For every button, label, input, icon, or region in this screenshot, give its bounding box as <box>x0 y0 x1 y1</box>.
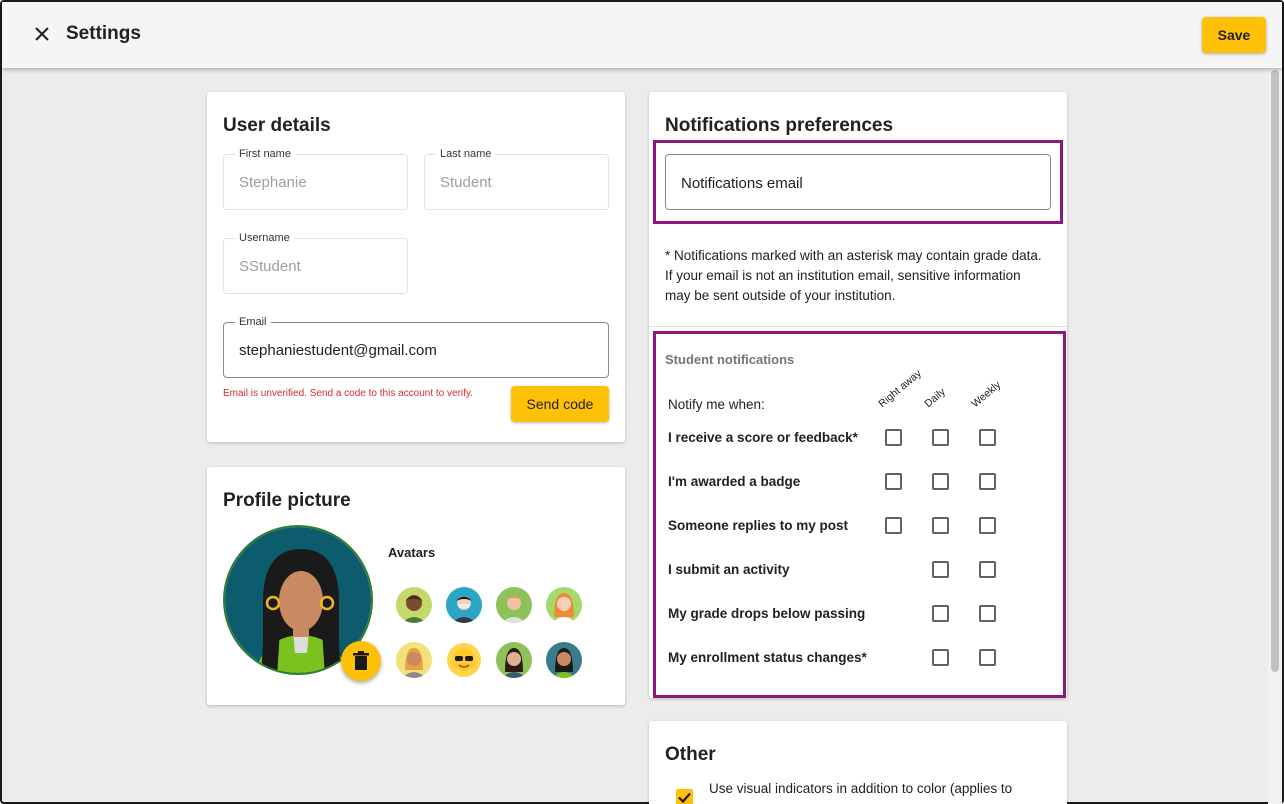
checkbox-badge-weekly[interactable] <box>979 473 996 490</box>
avatar-option-3[interactable] <box>496 587 532 623</box>
checkbox-submit-daily[interactable] <box>932 561 949 578</box>
checkbox-score-right-away[interactable] <box>885 429 902 446</box>
avatar-face-icon <box>546 642 582 678</box>
row-label-badge: I'm awarded a badge <box>668 474 801 489</box>
username-field[interactable]: Username SStudent <box>223 231 408 294</box>
first-name-field[interactable]: First name Stephanie <box>223 147 408 210</box>
avatar-option-1[interactable] <box>396 587 432 623</box>
page-title: Settings <box>66 23 141 44</box>
checkbox-submit-weekly[interactable] <box>979 561 996 578</box>
avatar-option-7[interactable] <box>496 642 532 678</box>
avatar-face-icon <box>546 587 582 623</box>
scrollbar-thumb[interactable] <box>1271 70 1279 672</box>
avatar-option-6[interactable] <box>446 642 482 678</box>
email-label: Email <box>235 315 271 329</box>
avatar-option-2[interactable] <box>446 587 482 623</box>
notifications-email-input[interactable]: Notifications email <box>665 154 1051 210</box>
notifications-email-placeholder: Notifications email <box>681 175 803 192</box>
avatar-option-4[interactable] <box>546 587 582 623</box>
send-code-button[interactable]: Send code <box>511 386 609 422</box>
avatars-label: Avatars <box>388 545 436 560</box>
notifications-title: Notifications preferences <box>665 115 894 136</box>
avatar-face-icon <box>446 587 482 623</box>
avatar-face-icon <box>396 642 432 678</box>
checkbox-badge-daily[interactable] <box>932 473 949 490</box>
checkmark-icon <box>678 792 691 804</box>
profile-picture-title: Profile picture <box>223 490 351 511</box>
first-name-label: First name <box>235 147 295 161</box>
checkbox-replies-right-away[interactable] <box>885 517 902 534</box>
close-icon[interactable] <box>32 24 52 44</box>
profile-picture-card: Profile picture Avatars <box>207 467 625 705</box>
last-name-value: Student <box>440 174 492 191</box>
row-label-score-feedback: I receive a score or feedback* <box>668 430 858 445</box>
email-field[interactable]: Email stephaniestudent@gmail.com <box>223 315 609 378</box>
avatar-option-5[interactable] <box>396 642 432 678</box>
notify-me-when-label: Notify me when: <box>668 397 765 412</box>
checkbox-replies-daily[interactable] <box>932 517 949 534</box>
avatar-face-icon <box>496 587 532 623</box>
row-label-grade-drops: My grade drops below passing <box>668 606 866 621</box>
other-title: Other <box>665 744 716 765</box>
avatar-face-icon <box>496 642 532 678</box>
divider <box>649 326 1067 327</box>
top-bar: Settings Save <box>2 2 1282 68</box>
delete-avatar-button[interactable] <box>341 641 381 681</box>
row-label-submit-activity: I submit an activity <box>668 562 790 577</box>
visual-indicators-label: Use visual indicators in addition to col… <box>709 781 1013 796</box>
user-details-card: User details First name Stephanie Last n… <box>207 92 625 442</box>
checkbox-replies-weekly[interactable] <box>979 517 996 534</box>
avatar-option-8[interactable] <box>546 642 582 678</box>
student-notifications-label: Student notifications <box>665 352 795 367</box>
save-button[interactable]: Save <box>1202 17 1266 53</box>
checkbox-badge-right-away[interactable] <box>885 473 902 490</box>
trash-icon <box>353 651 369 670</box>
checkbox-grade-weekly[interactable] <box>979 605 996 622</box>
email-value[interactable]: stephaniestudent@gmail.com <box>239 342 437 359</box>
student-notifications-highlight <box>653 331 1066 698</box>
scrollbar[interactable] <box>1268 68 1282 804</box>
username-value: SStudent <box>239 258 301 275</box>
avatar-face-icon <box>396 587 432 623</box>
notifications-disclaimer: * Notifications marked with an asterisk … <box>665 248 1042 303</box>
visual-indicators-checkbox[interactable] <box>676 789 693 804</box>
email-error-text: Email is unverified. Send a code to this… <box>223 388 473 399</box>
checkbox-enrollment-weekly[interactable] <box>979 649 996 666</box>
last-name-field[interactable]: Last name Student <box>424 147 609 210</box>
checkbox-score-daily[interactable] <box>932 429 949 446</box>
username-label: Username <box>235 231 294 245</box>
user-details-title: User details <box>223 115 331 136</box>
checkbox-score-weekly[interactable] <box>979 429 996 446</box>
checkbox-grade-daily[interactable] <box>932 605 949 622</box>
row-label-enrollment: My enrollment status changes* <box>668 650 867 665</box>
checkbox-enrollment-daily[interactable] <box>932 649 949 666</box>
row-label-replies: Someone replies to my post <box>668 518 849 533</box>
first-name-value: Stephanie <box>239 174 307 191</box>
last-name-label: Last name <box>436 147 496 161</box>
sun-sunglasses-icon <box>447 643 481 677</box>
